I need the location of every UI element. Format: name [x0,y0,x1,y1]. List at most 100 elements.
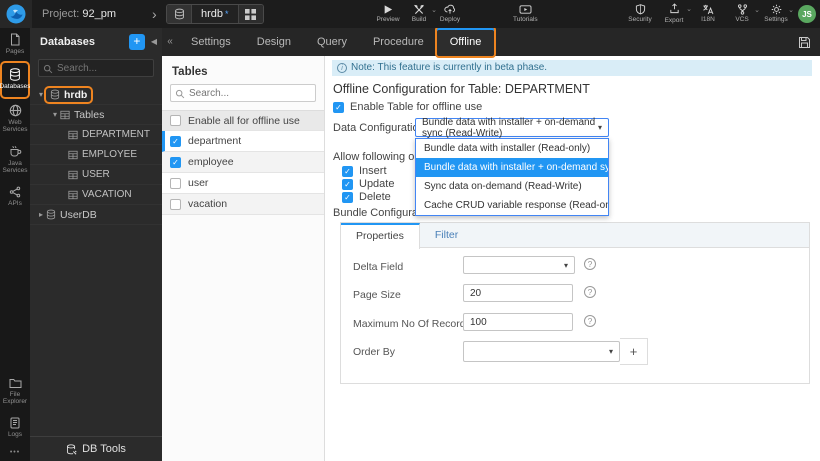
user-checkbox[interactable] [170,177,181,189]
tab-filter[interactable]: Filter [420,223,473,247]
employee-checkbox[interactable]: ✓ [170,156,181,168]
update-checkbox[interactable]: ✓ [342,178,353,190]
add-database-button[interactable]: + [128,33,145,50]
tab-design[interactable]: Design [244,28,304,56]
max-records-help-icon[interactable]: ? [584,315,596,327]
tree-expanded-icon[interactable]: ▾ [50,110,60,119]
enable-table-checkbox[interactable]: ✓ [333,101,344,113]
globe-icon [9,104,22,117]
user-avatar[interactable]: JS [798,5,816,23]
table-row-user[interactable]: user [162,173,324,194]
bundle-panel-tabs: Properties Filter [341,223,809,249]
tutorials-button[interactable]: Tutorials [513,4,538,24]
sidebar-item-databases[interactable]: Databases [0,63,31,96]
translate-icon [702,4,714,15]
sidebar-item-pages[interactable]: Pages [0,28,30,61]
tab-offline[interactable]: Offline [436,28,495,56]
tree-node-userdb[interactable]: ▸ UserDB [30,205,162,225]
insert-operation-row[interactable]: ✓ Insert [342,165,387,177]
tab-query[interactable]: Query [304,28,360,56]
data-configuration-select[interactable]: Bundle data with installer + on-demand s… [415,117,609,139]
delta-field-select[interactable]: ▾ [463,256,575,274]
shield-icon [635,4,646,15]
dropdown-option[interactable]: Sync data on-demand (Read-Write) [416,177,608,196]
tab-properties[interactable]: Properties [341,223,420,249]
settings-button[interactable]: Settings ⌄ [764,4,794,24]
more-options-button[interactable]: ••• [0,444,30,458]
enable-all-row[interactable]: Enable all for offline use [162,110,324,131]
data-configuration-label: Data Configuration [333,122,425,134]
delta-field-help-icon[interactable]: ? [584,258,596,270]
dropdown-option[interactable]: Bundle data with installer (Read-only) [416,139,608,158]
databases-search[interactable] [38,59,154,77]
tree-node-tables-group[interactable]: ▾ Tables [30,105,162,125]
tree-node-table[interactable]: EMPLOYEE [30,145,162,165]
security-button[interactable]: Security [628,4,652,24]
service-selector[interactable]: hrdb * [166,4,264,24]
delete-checkbox[interactable]: ✓ [342,191,353,203]
tree-node-table[interactable]: VACATION [30,185,162,205]
app-logo[interactable] [0,0,32,28]
i18n-button[interactable]: I18N [696,4,720,24]
tab-procedure[interactable]: Procedure [360,28,437,56]
dropdown-option-selected[interactable]: Bundle data with installer + on-demand s… [416,158,608,177]
vcs-button[interactable]: VCS ⌄ [730,4,760,24]
department-checkbox[interactable]: ✓ [170,135,181,147]
sidebar-item-apis[interactable]: APIs [0,181,30,213]
max-records-input[interactable] [463,313,573,331]
search-icon [43,64,53,74]
enable-all-label: Enable all for offline use [188,114,300,127]
service-tabbar: « Settings Design Query Procedure Offlin… [162,28,820,56]
tables-search[interactable] [170,84,316,102]
table-row-vacation[interactable]: vacation [162,194,324,215]
tree-collapsed-icon[interactable]: ▸ [36,210,46,219]
max-records-label: Maximum No Of Records [353,318,471,330]
offline-config-main: i Note: This feature is currently in bet… [325,56,820,461]
sidebar-item-web-services[interactable]: Web Services [0,99,30,140]
delete-operation-row[interactable]: ✓ Delete [342,191,391,203]
db-tools-button[interactable]: DB Tools [30,436,162,461]
sidebar-item-file-explorer[interactable]: File Explorer [0,373,30,412]
tree-node-table[interactable]: USER [30,165,162,185]
table-row-employee[interactable]: ✓ employee [162,152,324,173]
grid-icon[interactable] [237,5,263,23]
export-button[interactable]: Export ⌄ [662,3,692,25]
sidebar-item-logs[interactable]: Logs [0,412,30,444]
tree-expanded-icon[interactable]: ▾ [36,90,46,99]
preview-button[interactable]: Preview [376,4,400,24]
tables-search-input[interactable] [171,85,315,101]
collapse-tree-icon[interactable]: « [162,28,178,56]
chevron-right-icon: › [152,6,157,22]
vacation-checkbox[interactable] [170,198,181,210]
modified-indicator: * [225,9,229,19]
enable-all-checkbox[interactable] [170,115,181,126]
logs-document-icon [9,417,21,429]
page-size-input[interactable] [463,284,573,302]
databases-search-input[interactable] [39,60,153,76]
table-row-label: department [188,135,242,147]
tree-node-label: VACATION [82,189,132,200]
search-icon [175,89,185,99]
gear-icon [771,4,782,15]
enable-table-row[interactable]: ✓ Enable Table for offline use [333,101,482,113]
order-by-add-button[interactable]: + [620,338,648,365]
table-row-department[interactable]: ✓ department [162,131,324,152]
sidebar-item-java-services[interactable]: Java Services [0,140,30,181]
page-size-help-icon[interactable]: ? [584,286,596,298]
save-button[interactable] [798,28,820,56]
update-operation-row[interactable]: ✓ Update [342,178,394,190]
service-name-wrap: hrdb * [192,5,238,23]
caret-down-icon: ▾ [608,347,613,356]
dropdown-option[interactable]: Cache CRUD variable response (Read-only) [416,196,608,215]
collapse-panel-icon[interactable]: ◀ [151,37,157,46]
tab-settings[interactable]: Settings [178,28,244,56]
tree-node-hrdb[interactable]: ▾ hrdb [30,85,162,105]
enable-table-label: Enable Table for offline use [350,101,483,113]
deploy-button[interactable]: Deploy [438,4,462,24]
info-icon: i [337,63,347,73]
build-button[interactable]: Build ⌄ [407,4,437,24]
order-by-select[interactable]: ▾ [463,341,620,362]
tree-node-table[interactable]: DEPARTMENT [30,125,162,145]
insert-checkbox[interactable]: ✓ [342,165,353,177]
app-window: Project: 92_pm › hrdb* Preview Build ⌄ [0,0,820,461]
